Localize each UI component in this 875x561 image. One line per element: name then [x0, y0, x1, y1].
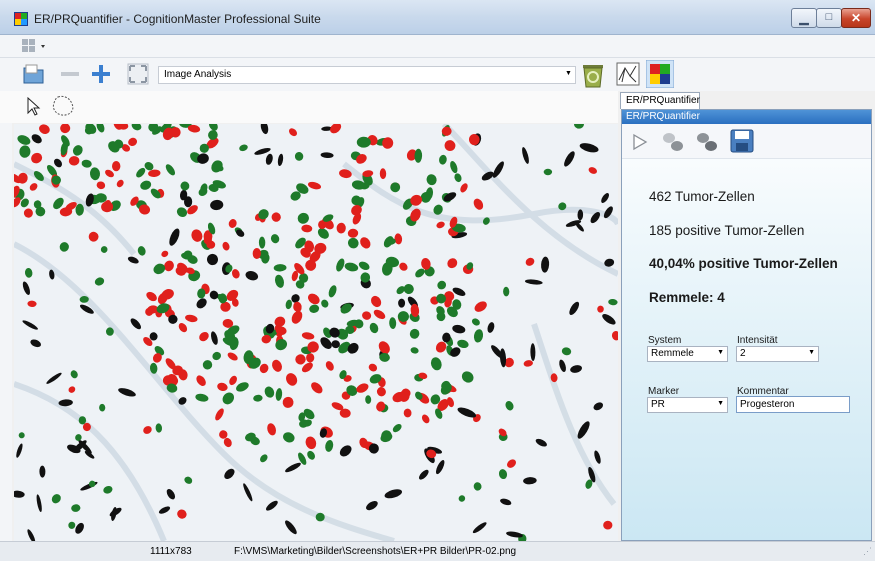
- close-button[interactable]: ✕: [841, 8, 871, 28]
- play-icon[interactable]: [632, 133, 648, 151]
- main-toolbar: Image Analysis ▼: [0, 58, 875, 91]
- marker-label: Marker: [648, 386, 680, 397]
- tissue-image[interactable]: [14, 124, 618, 541]
- system-select-value: Remmele: [651, 348, 694, 359]
- save-icon[interactable]: [730, 129, 754, 153]
- open-icon[interactable]: [22, 62, 46, 86]
- analysis-select-value: Image Analysis: [164, 69, 232, 80]
- app-icon: [14, 12, 28, 26]
- maximize-button[interactable]: □: [816, 8, 842, 28]
- minimize-icon: ▁: [799, 11, 809, 25]
- cell-nucleus: [603, 520, 613, 530]
- tumor-cell-count: 462 Tumor-Zellen: [649, 189, 755, 204]
- file-path: F:\VMS\Marketing\Bilder\Screenshots\ER+P…: [234, 546, 517, 557]
- cells-icon[interactable]: [660, 130, 686, 154]
- left-edge: [0, 58, 12, 541]
- cell-nucleus: [184, 196, 193, 208]
- panel-toolbar: [622, 124, 871, 159]
- chevron-down-icon: ▼: [717, 349, 724, 356]
- intensity-label: Intensität: [737, 335, 778, 346]
- cell-nucleus: [315, 512, 325, 522]
- resize-grip-icon[interactable]: ⋰: [863, 546, 872, 557]
- positive-cell-count: 185 positive Tumor-Zellen: [649, 223, 805, 238]
- remmele-score: Remmele: 4: [649, 290, 725, 305]
- segmentation-view-icon[interactable]: [616, 62, 640, 86]
- panel-header-label: ER/PRQuantifier: [626, 111, 700, 122]
- chevron-down-icon: ▼: [808, 349, 815, 356]
- menu-bar: [0, 35, 875, 58]
- panel-header: ER/PRQuantifier: [622, 110, 871, 124]
- maximize-icon: □: [825, 11, 833, 23]
- recycle-bin-icon[interactable]: [580, 60, 606, 88]
- fit-to-window-icon[interactable]: [126, 62, 150, 86]
- cell-nucleus: [112, 161, 121, 172]
- chevron-down-icon[interactable]: ▼: [565, 70, 572, 77]
- marker-select-value: PR: [651, 399, 665, 410]
- window-title: ER/PRQuantifier - CognitionMaster Profes…: [34, 12, 321, 26]
- color-overlay-icon[interactable]: [646, 60, 674, 88]
- chevron-down-icon: ▼: [717, 400, 724, 407]
- tab-label: ER/PRQuantifier: [626, 95, 700, 106]
- zoom-in-icon[interactable]: [89, 62, 113, 86]
- zoom-out-icon[interactable]: [58, 62, 82, 86]
- lasso-icon[interactable]: [50, 94, 78, 120]
- pointer-icon[interactable]: [26, 97, 42, 117]
- intensity-select-value: 2: [740, 348, 746, 359]
- comment-field-value: Progesteron: [740, 399, 795, 410]
- title-bar: ER/PRQuantifier - CognitionMaster Profes…: [0, 0, 875, 35]
- system-label: System: [648, 335, 682, 346]
- image-size: 1111x783: [150, 546, 192, 557]
- close-icon: ✕: [850, 11, 862, 25]
- tab-erprquantifier[interactable]: ER/PRQuantifier: [620, 92, 700, 109]
- image-viewer[interactable]: [14, 124, 618, 541]
- comment-field[interactable]: Progesteron: [736, 396, 850, 413]
- marker-select[interactable]: PR ▼: [647, 397, 728, 413]
- status-bar: 1111x783 F:\VMS\Marketing\Bilder\Screens…: [0, 541, 875, 561]
- minimize-button[interactable]: ▁: [791, 8, 817, 28]
- system-select[interactable]: Remmele ▼: [647, 346, 728, 362]
- cell-nucleus: [543, 168, 553, 176]
- selection-tools: [0, 91, 618, 123]
- positive-percentage: 40,04% positive Tumor-Zellen: [649, 256, 838, 271]
- quantifier-panel: ER/PRQuantifier 462 Tumor-Zellen 185 pos…: [621, 109, 872, 541]
- cells-dark-icon[interactable]: [694, 130, 720, 154]
- cell-nucleus: [78, 416, 87, 425]
- analysis-select[interactable]: Image Analysis: [158, 66, 576, 84]
- layout-grid-icon[interactable]: [22, 39, 48, 53]
- intensity-select[interactable]: 2 ▼: [736, 346, 819, 362]
